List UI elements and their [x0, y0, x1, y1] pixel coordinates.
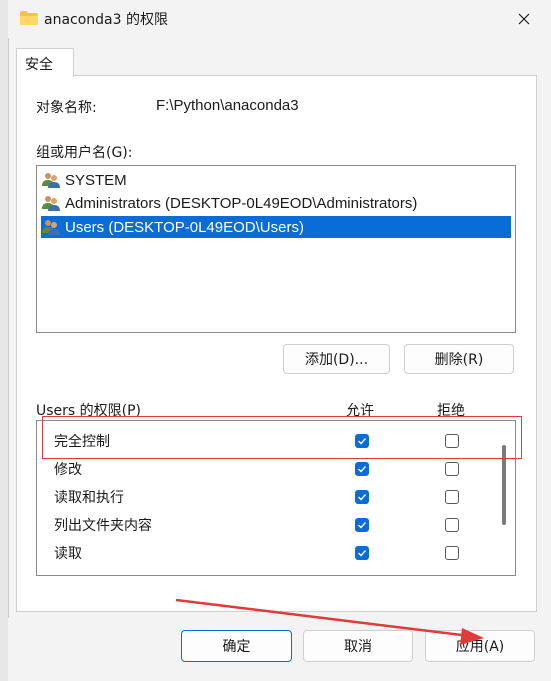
list-item-administrators[interactable]: Administrators (DESKTOP-0L49EOD\Administ… — [41, 192, 511, 214]
permission-name: 读取和执行 — [54, 490, 124, 506]
check-icon — [358, 494, 367, 501]
check-icon — [358, 466, 367, 473]
permissions-label: Users 的权限(P) — [36, 403, 142, 419]
groups-list[interactable]: SYSTEM Administrators (DESKTOP-0L49EOD\A… — [36, 165, 516, 333]
cancel-button[interactable]: 取消 — [303, 630, 413, 662]
remove-button-label: 删除(R) — [434, 352, 484, 368]
deny-checkbox[interactable] — [445, 434, 459, 448]
permission-name: 列出文件夹内容 — [54, 518, 152, 534]
check-icon — [358, 522, 367, 529]
permission-name: 读取 — [54, 546, 82, 562]
ok-button[interactable]: 确定 — [181, 630, 292, 662]
allow-checkbox[interactable] — [355, 546, 369, 560]
tab-security[interactable]: 安全 — [16, 48, 74, 77]
permissions-table[interactable]: 完全控制 修改 读取和执行 列出文件夹内容 读取 — [36, 420, 516, 576]
background-window-edge — [0, 0, 9, 681]
group-name: SYSTEM — [65, 171, 127, 189]
window-title: anaconda3 的权限 — [44, 12, 168, 28]
permission-name: 完全控制 — [54, 434, 110, 450]
object-name-label: 对象名称: — [36, 100, 97, 116]
allow-checkbox[interactable] — [355, 490, 369, 504]
apply-button[interactable]: 应用(A) — [425, 630, 535, 662]
remove-button[interactable]: 删除(R) — [404, 344, 514, 374]
object-name-value: F:\Python\anaconda3 — [156, 97, 299, 114]
deny-header: 拒绝 — [437, 403, 465, 419]
deny-checkbox[interactable] — [445, 490, 459, 504]
folder-icon — [20, 11, 38, 25]
add-button-label: 添加(D)... — [304, 352, 369, 368]
title-bar: anaconda3 的权限 — [8, 0, 551, 38]
list-item-users[interactable]: Users (DESKTOP-0L49EOD\Users) — [41, 216, 511, 238]
table-row: 列出文件夹内容 — [37, 511, 497, 539]
list-item-system[interactable]: SYSTEM — [41, 169, 511, 191]
ok-button-label: 确定 — [222, 639, 251, 655]
deny-checkbox[interactable] — [445, 518, 459, 532]
check-icon — [358, 550, 367, 557]
permissions-scrollbar[interactable] — [502, 445, 506, 525]
group-name: Users (DESKTOP-0L49EOD\Users) — [65, 218, 304, 236]
allow-checkbox[interactable] — [355, 462, 369, 476]
users-icon — [42, 173, 60, 188]
groups-label: 组或用户名(G): — [36, 145, 133, 161]
deny-checkbox[interactable] — [445, 546, 459, 560]
cancel-button-label: 取消 — [344, 639, 372, 655]
close-icon — [518, 13, 530, 25]
table-row: 修改 — [37, 455, 497, 483]
group-name: Administrators (DESKTOP-0L49EOD\Administ… — [65, 194, 418, 212]
users-icon — [42, 196, 60, 211]
table-row: 完全控制 — [37, 427, 497, 455]
allow-checkbox[interactable] — [355, 434, 369, 448]
deny-checkbox[interactable] — [445, 462, 459, 476]
table-row: 读取 — [37, 539, 497, 567]
close-button[interactable] — [511, 6, 537, 32]
table-row: 读取和执行 — [37, 483, 497, 511]
check-icon — [358, 438, 367, 445]
add-button[interactable]: 添加(D)... — [283, 344, 390, 374]
tab-security-label: 安全 — [25, 57, 53, 73]
allow-checkbox[interactable] — [355, 518, 369, 532]
users-icon — [42, 220, 60, 235]
apply-button-label: 应用(A) — [455, 639, 505, 655]
allow-header: 允许 — [346, 403, 374, 419]
permission-name: 修改 — [54, 462, 82, 478]
